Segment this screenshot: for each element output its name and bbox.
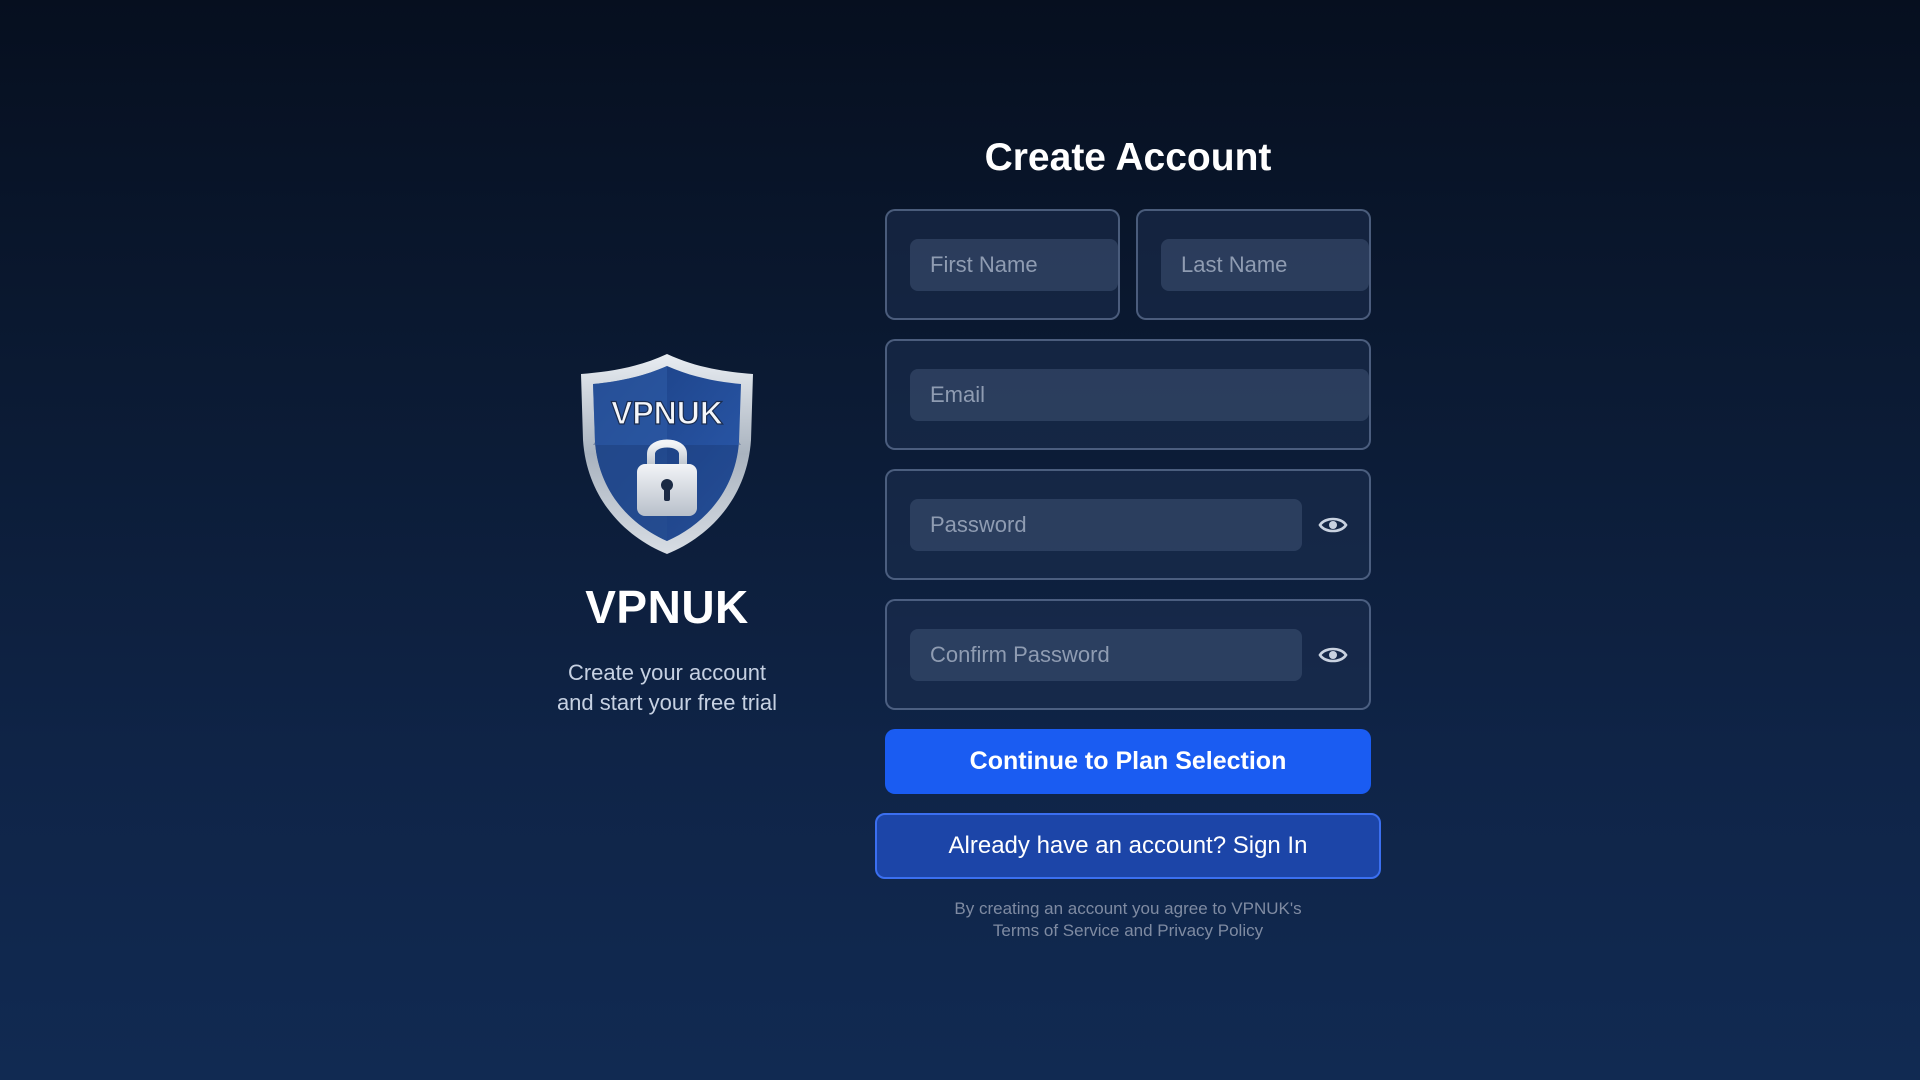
sign-in-button[interactable]: Already have an account? Sign In [875, 813, 1381, 879]
email-field[interactable]: Email [885, 339, 1371, 450]
brand-name: VPNUK [585, 581, 749, 633]
first-name-field[interactable]: First Name [885, 209, 1120, 320]
shield-lock-icon: VPNUK [581, 354, 753, 554]
eye-icon[interactable] [1318, 515, 1348, 535]
eye-icon[interactable] [1318, 645, 1348, 665]
last-name-input[interactable]: Last Name [1161, 238, 1369, 291]
legal-line-2: Terms of Service and Privacy Policy [992, 921, 1264, 940]
legal-notice: By creating an account you agree to VPNU… [885, 898, 1371, 942]
brand-panel: VPNUK VPNUK Create your account and star… [532, 350, 802, 718]
password-field[interactable]: Password [885, 469, 1371, 580]
tagline-line-2: and start your free trial [556, 690, 778, 715]
password-row: Password [885, 469, 1371, 580]
confirm-password-input[interactable]: Confirm Password [910, 628, 1302, 681]
page-title: Create Account [984, 136, 1272, 179]
logo-text: VPNUK [611, 395, 723, 431]
create-account-form: Create Account First Name Last Name Emai… [875, 134, 1381, 942]
confirm-password-row: Confirm Password [885, 599, 1371, 710]
continue-button[interactable]: Continue to Plan Selection [885, 729, 1371, 794]
password-input[interactable]: Password [910, 498, 1302, 551]
confirm-password-field[interactable]: Confirm Password [885, 599, 1371, 710]
brand-tagline: Create your account and start your free … [532, 658, 802, 718]
legal-line-1: By creating an account you agree to VPNU… [954, 899, 1302, 918]
first-name-input[interactable]: First Name [910, 238, 1118, 291]
email-row: Email [885, 339, 1371, 450]
email-input[interactable]: Email [910, 368, 1369, 421]
tagline-line-1: Create your account [567, 660, 767, 685]
last-name-field[interactable]: Last Name [1136, 209, 1371, 320]
name-row: First Name Last Name [885, 209, 1371, 320]
